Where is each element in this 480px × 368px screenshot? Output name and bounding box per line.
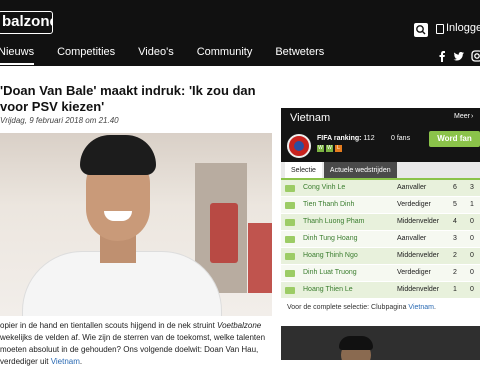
- nav-item-competities[interactable]: Competities: [57, 44, 115, 66]
- player-position: Middenvelder: [397, 252, 440, 259]
- form-badges: W W L: [317, 145, 344, 152]
- player-icon: [285, 253, 295, 260]
- list-item[interactable]: Cong Vinh Le Aanvaller 6 3: [281, 180, 480, 197]
- player-position: Verdediger: [397, 201, 431, 208]
- search-icon[interactable]: [414, 23, 428, 37]
- list-item[interactable]: Tien Thanh Dinh Verdediger 5 1: [281, 197, 480, 214]
- chevron-right-icon[interactable]: ›: [471, 113, 473, 120]
- player-name[interactable]: Thanh Luong Pham: [303, 218, 365, 225]
- player-position: Middenvelder: [397, 218, 440, 225]
- site-logo[interactable]: balzone: [0, 11, 53, 34]
- player-name[interactable]: Cong Vinh Le: [303, 184, 345, 191]
- user-icon[interactable]: [436, 24, 444, 34]
- team-crest-icon: [287, 134, 311, 158]
- instagram-icon[interactable]: [471, 50, 480, 62]
- player-icon: [285, 185, 295, 192]
- widget-footer: Voor de complete selectie: Clubpagina Vi…: [287, 304, 436, 311]
- widget-header: Vietnam Meer › FIFA ranking: 112 W W L 0…: [281, 108, 480, 162]
- list-item[interactable]: Hoang Thinh Ngo Middenvelder 2 0: [281, 248, 480, 265]
- vietnam-link[interactable]: Vietnam: [51, 357, 80, 366]
- player-stat-1: 3: [453, 235, 457, 242]
- nav-item-community[interactable]: Community: [197, 44, 253, 66]
- become-fan-button[interactable]: Word fan: [429, 131, 480, 147]
- player-stat-1: 2: [453, 252, 457, 259]
- article-title: 'Doan Van Bale' maakt indruk: 'Ik zou da…: [0, 83, 256, 114]
- player-icon: [285, 287, 295, 294]
- nav-item-videos[interactable]: Video's: [138, 44, 174, 66]
- player-stat-1: 2: [453, 269, 457, 276]
- player-stat-1: 1: [453, 286, 457, 293]
- player-list: Cong Vinh Le Aanvaller 6 3 Tien Thanh Di…: [281, 180, 480, 299]
- widget-tabs: Selectie Actuele wedstrijden: [281, 162, 480, 180]
- player-icon: [285, 202, 295, 209]
- list-item[interactable]: Dinh Tung Hoang Aanvaller 3 0: [281, 231, 480, 248]
- player-stat-1: 6: [453, 184, 457, 191]
- fans-count: 0 fans: [391, 135, 411, 142]
- player-stat-2: 0: [470, 252, 474, 259]
- player-name[interactable]: Dinh Tung Hoang: [303, 235, 357, 242]
- list-item[interactable]: Dinh Luat Truong Verdediger 2 0: [281, 265, 480, 282]
- top-bar: balzone Inloggen Nieuws Competities Vide…: [0, 0, 480, 66]
- twitter-icon[interactable]: [453, 50, 465, 62]
- login-link[interactable]: Inloggen: [446, 22, 480, 34]
- player-name[interactable]: Tien Thanh Dinh: [303, 201, 354, 208]
- player-stat-2: 3: [470, 184, 474, 191]
- main-nav: Nieuws Competities Video's Community Bet…: [0, 44, 347, 66]
- player-name[interactable]: Hoang Thinh Ngo: [303, 252, 358, 259]
- tab-actuele-wedstrijden[interactable]: Actuele wedstrijden: [323, 162, 397, 178]
- article-body: opier in de hand en tientallen scouts hi…: [0, 321, 266, 366]
- list-item[interactable]: Hoang Thien Le Middenvelder 1 0: [281, 282, 480, 299]
- list-item[interactable]: Thanh Luong Pham Middenvelder 4 0: [281, 214, 480, 231]
- player-position: Middenvelder: [397, 286, 440, 293]
- player-stat-2: 1: [470, 201, 474, 208]
- player-stat-2: 0: [470, 269, 474, 276]
- player-icon: [285, 219, 295, 226]
- widget-title: Vietnam: [290, 112, 331, 124]
- related-video-thumbnail[interactable]: [281, 326, 480, 360]
- nav-item-betweters[interactable]: Betweters: [275, 44, 324, 66]
- more-link[interactable]: Meer: [454, 113, 470, 120]
- player-stat-1: 5: [453, 201, 457, 208]
- player-stat-2: 0: [470, 286, 474, 293]
- fifa-ranking: FIFA ranking: 112: [317, 135, 375, 142]
- form-badge: W: [317, 145, 324, 152]
- player-position: Aanvaller: [397, 235, 427, 242]
- form-badge: W: [326, 145, 333, 152]
- player-name[interactable]: Dinh Luat Truong: [303, 269, 357, 276]
- clubpage-link[interactable]: Vietnam: [408, 304, 434, 311]
- nav-item-nieuws[interactable]: Nieuws: [0, 44, 34, 66]
- article-photo: [0, 133, 272, 316]
- tab-selectie[interactable]: Selectie: [285, 162, 322, 178]
- facebook-icon[interactable]: [436, 50, 448, 62]
- player-name[interactable]: Hoang Thien Le: [303, 286, 353, 293]
- player-icon: [285, 236, 295, 243]
- article-date: Vrijdag, 9 februari 2018 om 21.40: [0, 116, 119, 125]
- form-badge: L: [335, 145, 342, 152]
- player-stat-2: 0: [470, 218, 474, 225]
- player-position: Aanvaller: [397, 184, 427, 191]
- player-stat-1: 4: [453, 218, 457, 225]
- team-widget: Vietnam Meer › FIFA ranking: 112 W W L 0…: [281, 108, 480, 320]
- player-position: Verdediger: [397, 269, 431, 276]
- player-stat-2: 0: [470, 235, 474, 242]
- player-icon: [285, 270, 295, 277]
